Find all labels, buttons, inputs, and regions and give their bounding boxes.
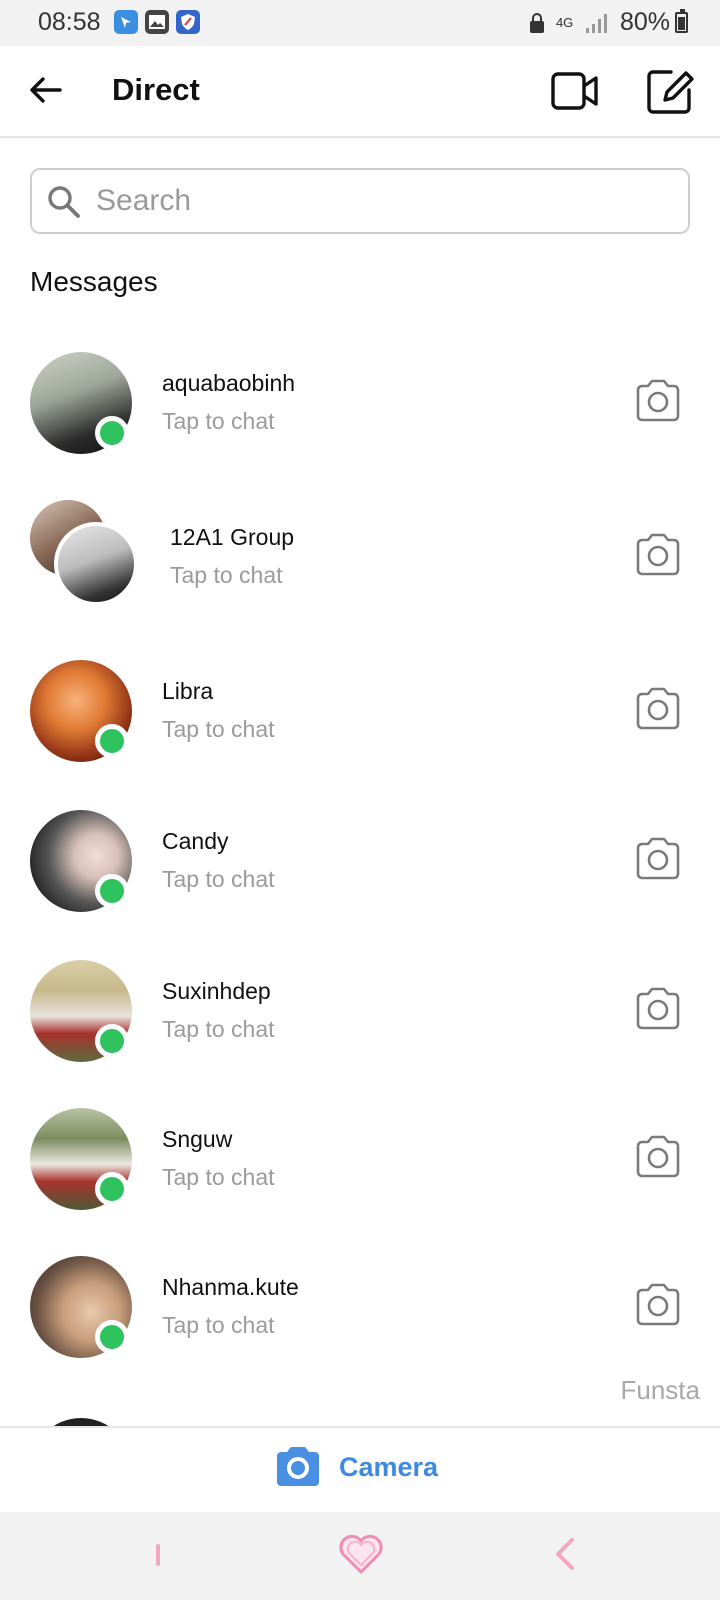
search-input[interactable]: [96, 180, 676, 222]
top-app-bar: Direct: [0, 46, 720, 138]
conversation-name: 12A1 Group: [170, 524, 295, 550]
notification-icons: [114, 10, 200, 34]
conversation-subtitle: Tap to chat: [162, 408, 275, 434]
system-status: 4G 80%: [528, 8, 670, 37]
online-indicator: [95, 1172, 129, 1206]
conversation-name: Libra: [162, 678, 214, 704]
camera-button[interactable]: Camera: [275, 1446, 438, 1488]
conversation-row[interactable]: Nhanma.kute Tap to chat: [0, 1240, 720, 1388]
camera-icon[interactable]: [634, 686, 682, 730]
camera-icon[interactable]: [634, 836, 682, 880]
online-indicator: [95, 724, 129, 758]
battery-percent: 80%: [619, 8, 670, 36]
conversation-subtitle: Tap to chat: [162, 1164, 275, 1190]
conversation-row[interactable]: Suxinhdep Tap to chat: [0, 940, 720, 1088]
new-message-icon: [647, 70, 694, 114]
home-heart-icon[interactable]: [338, 1532, 384, 1576]
conversation-name: Nhanma.kute: [162, 1274, 299, 1300]
conversation-subtitle: Tap to chat: [162, 866, 275, 892]
new-message-button[interactable]: [645, 66, 695, 116]
camera-icon[interactable]: [634, 1134, 682, 1178]
conversation-subtitle: Tap to chat: [170, 562, 283, 588]
camera-icon[interactable]: [634, 986, 682, 1030]
page-title: Direct: [112, 72, 200, 107]
recent-apps-button[interactable]: [156, 1544, 160, 1566]
lock-icon: [529, 12, 544, 33]
camera-icon[interactable]: [634, 532, 682, 576]
conversation-name: Candy: [162, 828, 229, 854]
conversation-row[interactable]: 12A1 Group Tap to chat: [0, 484, 720, 632]
camera-label: Camera: [339, 1451, 439, 1482]
camera-icon: [277, 1447, 319, 1486]
conversation-name: aquabaobinh: [162, 370, 296, 396]
conversation-subtitle: Tap to chat: [162, 1312, 275, 1338]
online-indicator: [95, 874, 129, 908]
camera-icon[interactable]: [634, 378, 682, 422]
video-camera-icon: [551, 72, 598, 110]
camera-icon[interactable]: [634, 1282, 682, 1326]
conversation-row[interactable]: Libra Tap to chat: [0, 638, 720, 786]
search-box[interactable]: [30, 168, 690, 234]
battery-icon: [675, 9, 688, 33]
conversation-subtitle: Tap to chat: [162, 1016, 275, 1042]
video-call-button[interactable]: [550, 68, 600, 114]
shield-app-icon: [176, 10, 200, 34]
location-app-icon: [114, 10, 138, 34]
system-nav-bar: [0, 1512, 720, 1600]
conversation-row[interactable]: aquabaobinh Tap to chat: [0, 330, 720, 478]
conversation-row[interactable]: Snguw Tap to chat: [0, 1090, 720, 1238]
watermark: Funsta: [620, 1375, 701, 1405]
network-type: 4G: [555, 14, 574, 30]
conversation-name: Snguw: [162, 1126, 233, 1152]
group-avatar-front: [54, 522, 138, 606]
online-indicator: [95, 1024, 129, 1058]
signal-icon: [585, 13, 607, 33]
camera-bar: Camera: [0, 1426, 720, 1512]
gallery-icon: [145, 10, 169, 34]
conversation-subtitle: Tap to chat: [162, 716, 275, 742]
back-nav-icon[interactable]: [552, 1536, 578, 1572]
status-time: 08:58: [38, 8, 101, 36]
status-bar: 08:58 4G 80%: [0, 0, 720, 46]
arrow-left-icon: [30, 77, 62, 103]
back-button[interactable]: [26, 70, 66, 110]
conversation-name: Suxinhdep: [162, 978, 271, 1004]
conversation-row[interactable]: Candy Tap to chat: [0, 790, 720, 938]
online-indicator: [95, 416, 129, 450]
online-indicator: [95, 1320, 129, 1354]
section-title: Messages: [30, 266, 158, 297]
search-icon: [48, 186, 80, 218]
